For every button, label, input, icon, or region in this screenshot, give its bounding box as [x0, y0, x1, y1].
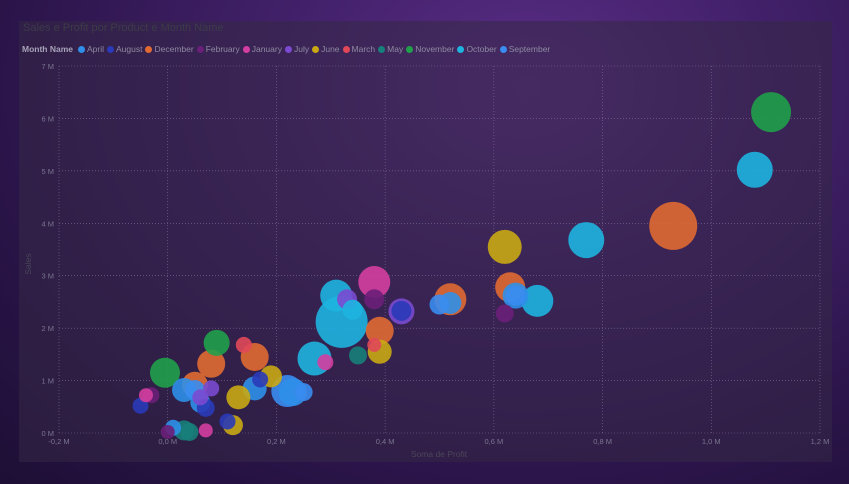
y-tick-label: 4 M	[41, 219, 54, 228]
y-tick-label: 7 M	[41, 62, 54, 71]
data-point-september[interactable]	[429, 294, 450, 315]
data-point-may[interactable]	[348, 346, 367, 365]
data-point-january[interactable]	[138, 388, 153, 403]
x-tick-label: 0,4 M	[376, 437, 395, 446]
plot-area: 0 M1 M2 M3 M4 M5 M6 M7 M -0,2 M 0,0 M 0,2 …	[23, 62, 830, 459]
data-point-march[interactable]	[367, 337, 382, 352]
data-point-december[interactable]	[649, 201, 698, 250]
data-point-february[interactable]	[364, 289, 385, 310]
data-point-august[interactable]	[391, 300, 412, 321]
y-tick-label: 1 M	[41, 377, 54, 386]
data-point-july[interactable]	[203, 380, 220, 397]
data-point-september[interactable]	[294, 383, 313, 402]
y-tick-label: 2 M	[41, 324, 54, 333]
x-tick-label: -0,2 M	[48, 437, 69, 446]
x-tick-label: 0,2 M	[267, 437, 286, 446]
data-point-october[interactable]	[736, 151, 773, 188]
y-axis-title: Sales	[23, 253, 33, 274]
y-tick-label: 5 M	[41, 167, 54, 176]
x-tick-label: 1,2 M	[811, 437, 830, 446]
x-axis-title: Soma de Profit	[411, 449, 468, 459]
data-point-october[interactable]	[342, 299, 363, 320]
data-point-august[interactable]	[219, 413, 236, 430]
data-point-may[interactable]	[180, 422, 199, 441]
x-tick-label: 0,6 M	[484, 437, 503, 446]
data-point-february[interactable]	[160, 424, 175, 439]
data-point-june[interactable]	[226, 385, 251, 410]
x-tick-label: 1,0 M	[702, 437, 721, 446]
data-point-january[interactable]	[198, 423, 213, 438]
y-tick-label: 6 M	[41, 114, 54, 123]
data-point-september[interactable]	[505, 285, 526, 306]
data-point-august[interactable]	[252, 371, 269, 388]
data-point-october[interactable]	[568, 222, 605, 259]
data-point-january[interactable]	[317, 354, 334, 371]
data-point-november[interactable]	[203, 329, 230, 356]
data-point-november[interactable]	[751, 92, 792, 133]
data-point-march[interactable]	[235, 336, 252, 353]
data-points	[132, 92, 792, 441]
data-point-february[interactable]	[495, 304, 514, 323]
chart-visual: Sales e Profit por Product e Month Name …	[19, 21, 832, 462]
y-axis-ticks: 0 M1 M2 M3 M4 M5 M6 M7 M	[41, 62, 54, 438]
x-tick-label: 0,8 M	[593, 437, 612, 446]
data-point-june[interactable]	[487, 229, 522, 264]
y-tick-label: 3 M	[41, 272, 54, 281]
